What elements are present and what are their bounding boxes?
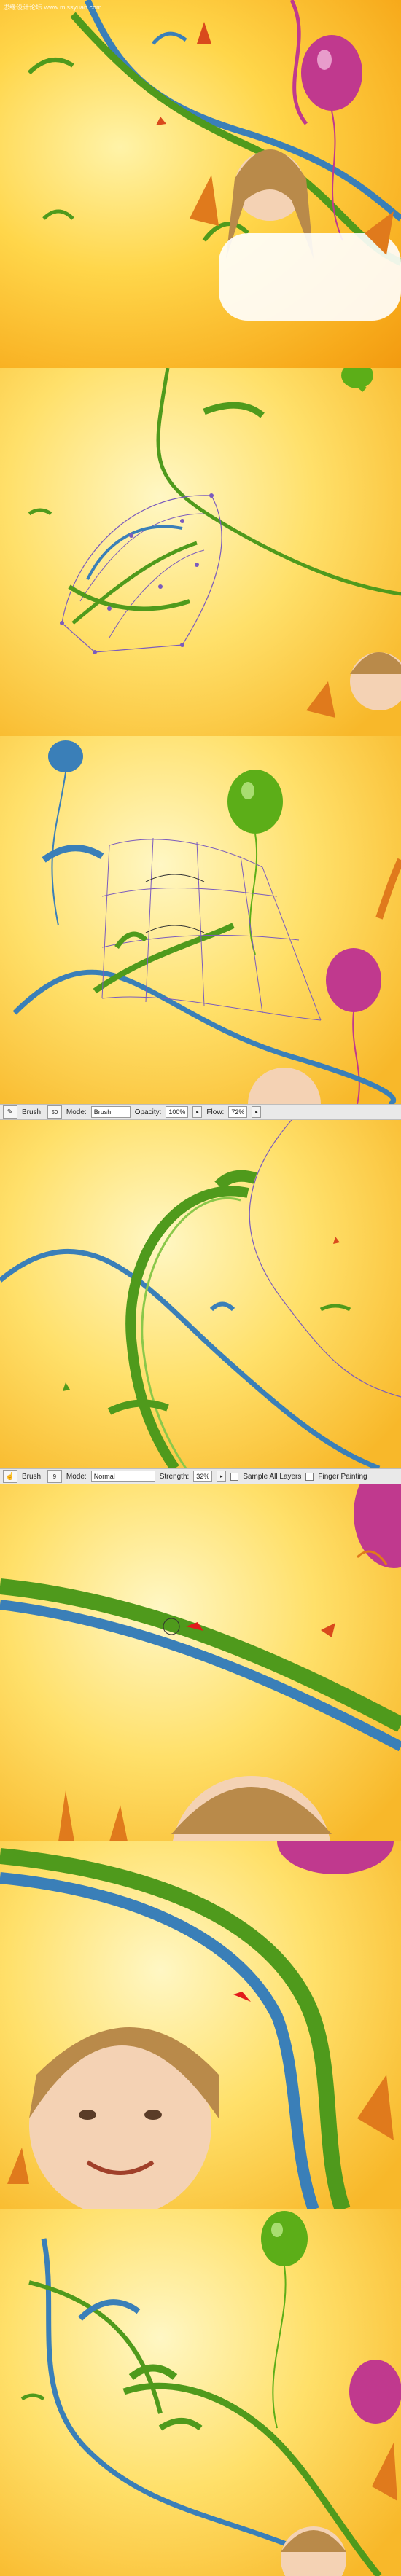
smudge-brush-size: 9 xyxy=(52,1473,57,1480)
smudge-options-toolbar: ☝ Brush: 9 Mode: Normal Strength: 32% ▸ … xyxy=(0,1468,401,1484)
sample-all-layers-label: Sample All Layers xyxy=(243,1472,302,1481)
pink-balloon-icon xyxy=(301,35,362,111)
panel-smudge-closeup-1 xyxy=(0,1484,401,1841)
watermark: 思缘设计论坛 www.missyuan.com xyxy=(3,4,102,11)
warp-grid[interactable] xyxy=(101,837,322,1021)
strength-arrow-icon[interactable]: ▸ xyxy=(217,1471,227,1482)
flow-label: Flow: xyxy=(206,1108,225,1116)
panel-warp-grid xyxy=(0,736,401,1104)
brush-options-toolbar: ✎ Brush: 50 Mode: Brush Opacity: 100% ▸ … xyxy=(0,1104,401,1120)
blue-balloon-icon xyxy=(48,740,83,772)
smudge-mode-select[interactable]: Normal xyxy=(90,1471,155,1482)
opacity-field[interactable]: 100% xyxy=(166,1106,189,1118)
strength-field[interactable]: 32% xyxy=(193,1471,213,1482)
sample-all-layers-checkbox[interactable] xyxy=(230,1472,239,1481)
artwork-smudge-1 xyxy=(0,1484,401,1841)
smudge-tool-icon[interactable]: ☝ xyxy=(3,1470,17,1483)
green-balloon-icon xyxy=(227,770,283,834)
finger-painting-checkbox[interactable] xyxy=(305,1472,314,1481)
flow-arrow-icon[interactable]: ▸ xyxy=(252,1106,262,1118)
mode-select[interactable]: Brush xyxy=(90,1106,131,1118)
opacity-arrow-icon[interactable]: ▸ xyxy=(192,1106,203,1118)
smudge-brush-label: Brush: xyxy=(22,1472,43,1481)
brush-preset-picker[interactable]: 50 xyxy=(47,1105,62,1119)
opacity-label: Opacity: xyxy=(134,1108,162,1116)
artwork-ribbon-closeup xyxy=(0,1120,401,1468)
brush-size: 50 xyxy=(51,1108,58,1116)
finger-painting-label: Finger Painting xyxy=(318,1472,367,1481)
smudge-brush-picker[interactable]: 9 xyxy=(47,1470,62,1483)
brush-tool-icon[interactable]: ✎ xyxy=(3,1105,17,1119)
flow-field[interactable]: 72% xyxy=(228,1106,248,1118)
strength-label: Strength: xyxy=(159,1472,190,1481)
panel-path-edit xyxy=(0,368,401,736)
panel-smudge-closeup-2 xyxy=(0,1841,401,2209)
smudge-mode-label: Mode: xyxy=(66,1472,87,1481)
panel-ribbon-closeup xyxy=(0,1120,401,1468)
artwork-smudge-2 xyxy=(0,1841,394,2209)
panel-final-preview: 思缘设计论坛 www.missyuan.com xyxy=(0,0,401,368)
red-arrow-icon-2 xyxy=(233,1992,251,2002)
panel-final-result xyxy=(0,2209,401,2576)
brush-label: Brush: xyxy=(22,1108,43,1116)
artwork-warp[interactable] xyxy=(0,736,401,1104)
artwork-final-result xyxy=(20,2211,401,2576)
mode-label: Mode: xyxy=(66,1108,87,1116)
artwork-path-curves[interactable] xyxy=(0,368,401,736)
artwork-ribbons xyxy=(27,0,401,321)
